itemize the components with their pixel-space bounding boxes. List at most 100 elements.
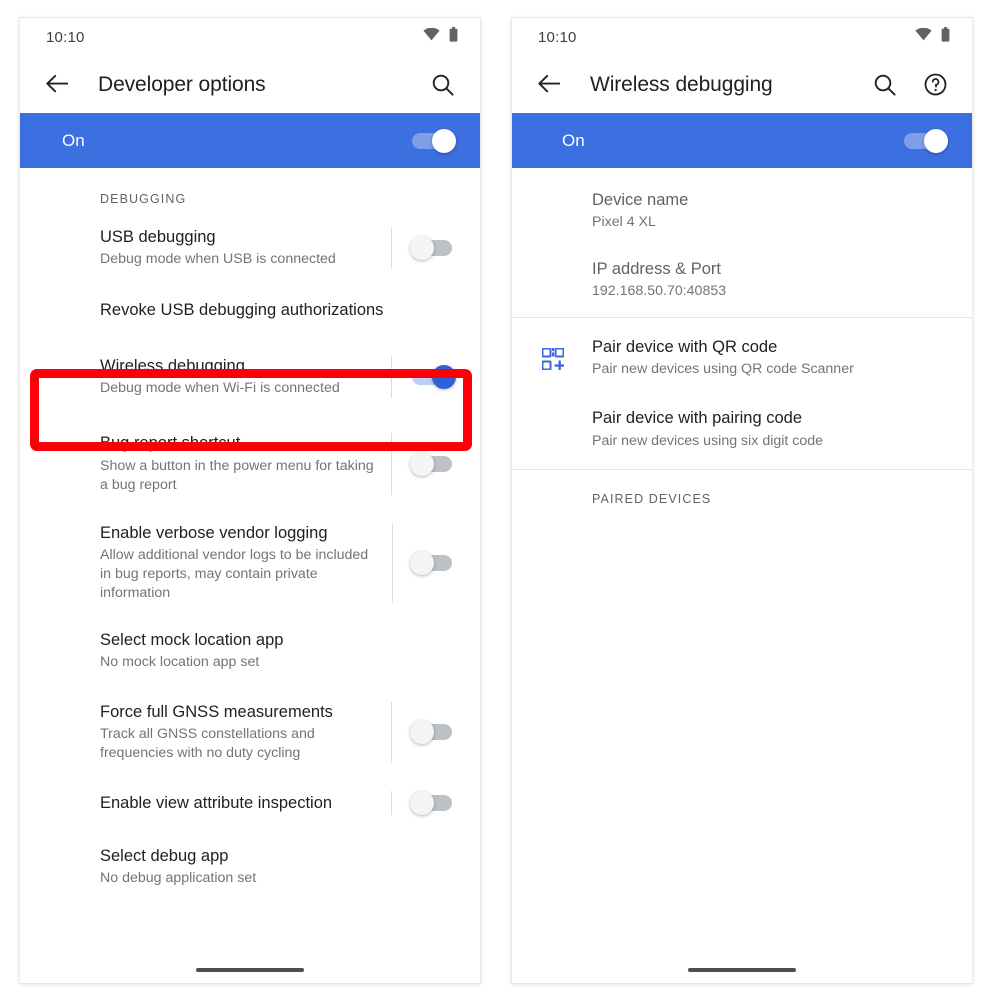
row-title: Select mock location app <box>100 630 284 649</box>
back-button[interactable] <box>534 70 564 100</box>
app-bar: Developer options <box>20 56 480 113</box>
row-title: Pair device with pairing code <box>592 409 803 428</box>
row-subtitle: No mock location app set <box>100 653 260 670</box>
row-text: Wireless debugging Debug mode when Wi-Fi… <box>100 356 391 398</box>
row-divider <box>391 356 392 399</box>
row-text: Enable verbose vendor logging Allow addi… <box>100 523 392 603</box>
toggle-thumb <box>432 365 456 390</box>
row-subtitle: Pair new devices using QR code Scanner <box>592 361 854 378</box>
row-title: Wireless debugging <box>100 357 245 376</box>
usb-debugging-toggle[interactable] <box>410 236 456 261</box>
battery-icon <box>449 27 458 47</box>
status-bar: 10:10 <box>512 18 972 56</box>
row-verbose-vendor-logging[interactable]: Enable verbose vendor logging Allow addi… <box>20 507 480 615</box>
row-wireless-debugging[interactable]: Wireless debugging Debug mode when Wi-Fi… <box>20 338 480 416</box>
toggle-thumb <box>432 128 456 153</box>
row-select-debug-app[interactable]: Select debug app No debug application se… <box>20 831 480 892</box>
master-toggle-banner[interactable]: On <box>512 113 972 168</box>
row-usb-debugging[interactable]: USB debugging Debug mode when USB is con… <box>20 216 480 283</box>
row-text: USB debugging Debug mode when USB is con… <box>100 227 391 269</box>
app-bar-actions <box>872 72 948 98</box>
row-title: Enable verbose vendor logging <box>100 523 328 542</box>
row-text: Pair device with QR code Pair new device… <box>592 337 948 379</box>
phone-wireless-debugging: 10:10 Wireless debugging On Device name … <box>512 18 972 983</box>
gesture-navigation-bar <box>20 957 480 983</box>
row-title: Enable view attribute inspection <box>100 793 333 812</box>
search-icon <box>874 74 896 96</box>
section-header-paired-devices: PAIRED DEVICES <box>592 491 712 506</box>
row-enable-view-attribute-inspection[interactable]: Enable view attribute inspection <box>20 775 480 831</box>
toggle-thumb <box>410 451 434 476</box>
gesture-navigation-bar <box>512 957 972 983</box>
status-bar: 10:10 <box>20 18 480 56</box>
row-title: USB debugging <box>100 228 216 246</box>
row-title: Select debug app <box>100 847 229 866</box>
row-subtitle: Debug mode when Wi-Fi is connected <box>100 380 340 397</box>
toggle-thumb <box>410 791 434 816</box>
row-title: Force full GNSS measurements <box>100 702 333 721</box>
row-text: Select debug app No debug application se… <box>100 846 456 888</box>
row-text: Bug report shortcut Show a button in the… <box>100 433 391 494</box>
wifi-icon <box>915 27 932 46</box>
status-bar-icons <box>915 27 950 47</box>
help-button[interactable] <box>922 72 948 98</box>
row-title: Revoke USB debugging authorizations <box>100 301 384 320</box>
row-force-full-gnss[interactable]: Force full GNSS measurements Track all G… <box>20 686 480 775</box>
row-select-mock-location-app[interactable]: Select mock location app No mock locatio… <box>20 615 480 686</box>
section-header-debugging: DEBUGGING <box>100 192 187 206</box>
row-text: Enable view attribute inspection <box>100 793 391 814</box>
row-subtitle: Pair new devices using six digit code <box>592 432 824 449</box>
row-text: Force full GNSS measurements Track all G… <box>100 702 391 763</box>
row-text: Revoke USB debugging authorizations <box>100 300 456 321</box>
search-icon <box>432 74 454 96</box>
search-button[interactable] <box>430 72 456 98</box>
qr-code-icon <box>538 346 568 371</box>
toggle-thumb <box>410 550 434 575</box>
row-text: Device name Pixel 4 XL <box>592 190 948 232</box>
row-text: Pair device with pairing code Pair new d… <box>592 408 948 450</box>
search-button[interactable] <box>872 72 898 98</box>
row-divider <box>391 701 392 764</box>
row-divider <box>391 227 392 270</box>
master-toggle-label: On <box>562 130 585 150</box>
toggle-thumb <box>410 720 434 745</box>
master-toggle-switch[interactable] <box>410 128 456 153</box>
status-bar-clock: 10:10 <box>46 28 85 46</box>
view-attribute-inspection-toggle[interactable] <box>410 791 456 816</box>
row-pair-with-qr-code[interactable]: Pair device with QR code Pair new device… <box>512 318 972 391</box>
row-subtitle: Debug mode when USB is connected <box>100 251 336 268</box>
page-title: Wireless debugging <box>590 72 773 96</box>
gesture-pill[interactable] <box>196 968 304 972</box>
bug-report-shortcut-toggle[interactable] <box>410 451 456 476</box>
row-device-name: Device name Pixel 4 XL <box>512 168 972 240</box>
row-subtitle: 192.168.50.70:40853 <box>592 283 727 300</box>
row-title: IP address & Port <box>592 260 722 279</box>
master-toggle-banner[interactable]: On <box>20 113 480 168</box>
row-pair-with-pairing-code[interactable]: Pair device with pairing code Pair new d… <box>512 391 972 468</box>
battery-icon <box>941 27 950 47</box>
row-bug-report-shortcut[interactable]: Bug report shortcut Show a button in the… <box>20 416 480 506</box>
row-subtitle: Show a button in the power menu for taki… <box>100 457 374 493</box>
settings-list: DEBUGGING USB debugging Debug mode when … <box>20 168 480 957</box>
wireless-debugging-list: Device name Pixel 4 XL IP address & Port… <box>512 168 972 957</box>
status-bar-icons <box>423 27 458 47</box>
toggle-thumb <box>410 236 434 261</box>
row-divider <box>391 791 392 816</box>
toggle-thumb <box>924 128 948 153</box>
row-divider <box>391 433 392 495</box>
row-title: Pair device with QR code <box>592 338 778 357</box>
row-subtitle: Allow additional vendor logs to be inclu… <box>100 546 369 601</box>
master-toggle-switch[interactable] <box>902 128 948 153</box>
wireless-debugging-toggle[interactable] <box>410 365 456 390</box>
verbose-vendor-logging-toggle[interactable] <box>410 550 456 575</box>
row-revoke-usb-authorizations[interactable]: Revoke USB debugging authorizations <box>20 283 480 338</box>
force-full-gnss-toggle[interactable] <box>410 720 456 745</box>
row-subtitle: Track all GNSS constellations and freque… <box>100 726 315 762</box>
app-bar: Wireless debugging <box>512 56 972 113</box>
row-text: Select mock location app No mock locatio… <box>100 630 456 672</box>
page-title: Developer options <box>98 72 266 96</box>
row-text: IP address & Port 192.168.50.70:40853 <box>592 259 948 301</box>
gesture-pill[interactable] <box>688 968 796 972</box>
back-arrow-icon <box>538 75 560 93</box>
back-button[interactable] <box>42 70 72 100</box>
